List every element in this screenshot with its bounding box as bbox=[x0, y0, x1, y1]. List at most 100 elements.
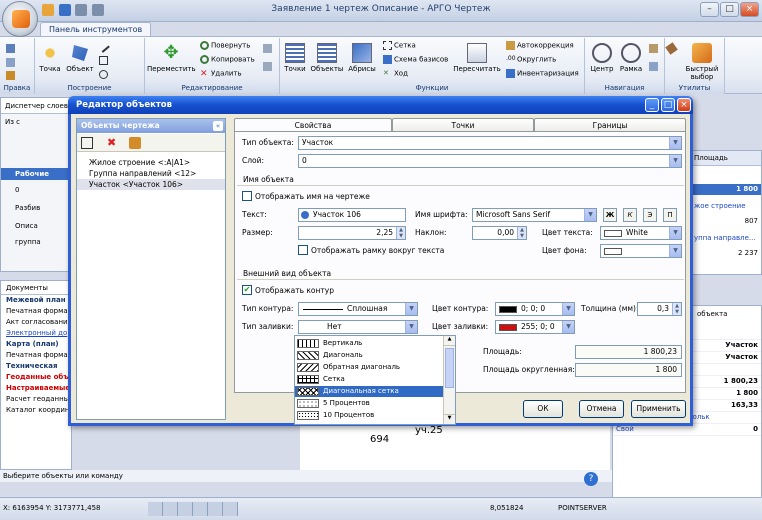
documents-tab[interactable]: Документы bbox=[1, 281, 71, 295]
document-item[interactable]: Акт согласования bbox=[1, 317, 71, 328]
fill-option[interactable]: 5 Процентов bbox=[295, 398, 443, 409]
layer-item[interactable]: Разбив bbox=[15, 204, 40, 212]
pan-button[interactable] bbox=[649, 44, 660, 53]
poly-button[interactable] bbox=[99, 56, 110, 65]
table-row[interactable]: жое строение bbox=[691, 201, 761, 212]
objects-button[interactable]: Объекты bbox=[310, 43, 344, 73]
object-button[interactable]: Объект bbox=[65, 43, 95, 73]
strike-button[interactable]: П bbox=[663, 208, 677, 222]
grid-button[interactable]: Сетка bbox=[383, 41, 416, 50]
layer-select[interactable]: 0 ▼ bbox=[298, 154, 682, 168]
contour-type-select[interactable]: Сплошная ▼ bbox=[298, 302, 418, 316]
show-name-checkbox[interactable] bbox=[242, 191, 252, 201]
traverse-button[interactable]: ✕ Ход bbox=[383, 69, 408, 78]
ruler-button[interactable] bbox=[665, 42, 678, 55]
fill-option[interactable]: Диагональ bbox=[295, 350, 443, 361]
maximize-button[interactable]: □ bbox=[720, 2, 739, 17]
document-item[interactable]: Техническая bbox=[1, 361, 71, 372]
thickness-spinner[interactable]: 0,3 ▲ ▼ bbox=[637, 302, 682, 316]
underline-button[interactable]: Э bbox=[643, 208, 657, 222]
line-button[interactable] bbox=[97, 40, 110, 53]
fill-option[interactable]: Обратная диагональ bbox=[295, 362, 443, 373]
document-item[interactable]: Печатная форма bbox=[1, 306, 71, 317]
document-item[interactable]: Геоданные объекта (Новый) bbox=[1, 372, 71, 383]
delete-object-icon[interactable]: ✖ bbox=[107, 136, 116, 149]
fill-option[interactable]: 10 Процентов bbox=[295, 410, 443, 421]
document-item[interactable]: Настраиваемые документы (Нов... bbox=[1, 383, 71, 394]
document-item[interactable]: Печатная форма bbox=[1, 350, 71, 361]
quick-select-button[interactable]: Быстрый выбор bbox=[681, 43, 723, 81]
dialog-close-button[interactable]: × bbox=[677, 98, 691, 112]
table-row[interactable]: 1 800 bbox=[691, 184, 761, 195]
point-button[interactable]: Точка bbox=[37, 43, 63, 73]
bases-scheme-button[interactable]: Схема базисов bbox=[383, 55, 448, 64]
tab-borders[interactable]: Границы bbox=[534, 118, 686, 132]
text-color-select[interactable]: White ▼ bbox=[600, 226, 682, 240]
tilt-spinner[interactable]: 0,00 ▲ ▼ bbox=[472, 226, 527, 240]
fill-option[interactable]: Вертикаль bbox=[295, 338, 443, 349]
dialog-minimize-button[interactable]: _ bbox=[645, 98, 659, 112]
cut-button[interactable] bbox=[6, 44, 17, 53]
font-select[interactable]: Microsoft Sans Serif ▼ bbox=[472, 208, 597, 222]
autocorrect-button[interactable]: Автокоррекция bbox=[506, 41, 574, 50]
zoom-all-button[interactable] bbox=[649, 62, 660, 71]
table-row[interactable]: уппа направле... bbox=[691, 233, 761, 244]
tree-item[interactable]: Жилое строение <:А|А1> bbox=[77, 157, 225, 168]
properties-tab[interactable]: объекта bbox=[694, 308, 730, 320]
type-select[interactable]: Участок ▼ bbox=[298, 136, 682, 150]
layers-header[interactable]: Рабочие bbox=[1, 168, 71, 180]
select-icon[interactable] bbox=[81, 137, 93, 149]
inventory-button[interactable]: Инвентаризация bbox=[506, 69, 579, 78]
minimize-button[interactable]: – bbox=[700, 2, 719, 17]
layers-subtab[interactable]: Из с bbox=[5, 118, 20, 126]
table-row[interactable]: 2 237 bbox=[691, 248, 761, 259]
italic-button[interactable]: К bbox=[623, 208, 637, 222]
tree-item[interactable]: Группа направлений <12> bbox=[77, 168, 225, 179]
tree-item-selected[interactable]: Участок <Участок 106> bbox=[77, 179, 225, 190]
apply-button[interactable]: Применить bbox=[631, 400, 686, 418]
contour-color-select[interactable]: 0; 0; 0 ▼ bbox=[495, 302, 575, 316]
fill-color-select[interactable]: 255; 0; 0 ▼ bbox=[495, 320, 575, 334]
table-row[interactable]: 807 bbox=[691, 216, 761, 227]
fill-option[interactable]: Сетка bbox=[295, 374, 443, 385]
bold-button[interactable]: Ж bbox=[603, 208, 617, 222]
fill-option[interactable]: Диагональная сетка bbox=[295, 386, 443, 397]
circle-button[interactable] bbox=[99, 70, 110, 79]
rotate-button[interactable]: Повернуть bbox=[200, 41, 250, 50]
text-input[interactable]: Участок 106 bbox=[298, 208, 406, 222]
app-menu-button[interactable] bbox=[2, 1, 38, 37]
layer-item[interactable]: Описа bbox=[15, 222, 38, 230]
collapse-icon[interactable]: « bbox=[213, 121, 223, 131]
open-icon[interactable] bbox=[42, 4, 54, 16]
layer-manager-tab[interactable]: Диспетчер слоев bbox=[1, 98, 73, 114]
layer-item[interactable]: группа bbox=[15, 238, 41, 246]
document-item[interactable]: Каталог координат bbox=[1, 405, 71, 416]
bg-color-select[interactable]: ▼ bbox=[600, 244, 682, 258]
ok-button[interactable]: ОК bbox=[523, 400, 563, 418]
copy-small-button[interactable] bbox=[6, 58, 17, 67]
delete-button[interactable]: ✕ Удалить bbox=[200, 69, 242, 79]
layer-item[interactable]: 0 bbox=[15, 186, 19, 194]
points-button[interactable]: Точки bbox=[282, 43, 308, 73]
redo-icon[interactable] bbox=[91, 4, 104, 16]
cancel-button[interactable]: Отмена bbox=[579, 400, 624, 418]
document-item[interactable]: Межевой план bbox=[1, 295, 71, 306]
frame-checkbox[interactable] bbox=[298, 245, 308, 255]
round-button[interactable]: .00Округлить bbox=[506, 55, 556, 64]
tab-points[interactable]: Точки bbox=[392, 118, 534, 132]
undo-icon[interactable] bbox=[75, 4, 88, 16]
dropdown-scrollbar[interactable]: ▲ ▼ bbox=[443, 336, 455, 424]
document-item[interactable]: Расчет геоданных, вычисление площади bbox=[1, 394, 71, 405]
copy-object-button[interactable]: Копировать bbox=[200, 55, 255, 64]
tab-toolbar[interactable]: Панель инструментов bbox=[40, 22, 152, 36]
drawing-canvas[interactable]: 694 уч.25 bbox=[300, 420, 610, 470]
snap-toolbar[interactable] bbox=[148, 502, 238, 516]
frame-button[interactable]: Рамка bbox=[617, 43, 645, 73]
save-icon[interactable] bbox=[58, 4, 71, 16]
properties-icon[interactable] bbox=[129, 137, 141, 149]
center-button[interactable]: Центр bbox=[587, 43, 617, 73]
abrises-button[interactable]: Абрисы bbox=[346, 43, 378, 73]
scale-button[interactable] bbox=[263, 62, 274, 71]
recalc-button[interactable]: Пересчитать bbox=[452, 43, 502, 73]
close-button[interactable]: × bbox=[740, 2, 759, 17]
